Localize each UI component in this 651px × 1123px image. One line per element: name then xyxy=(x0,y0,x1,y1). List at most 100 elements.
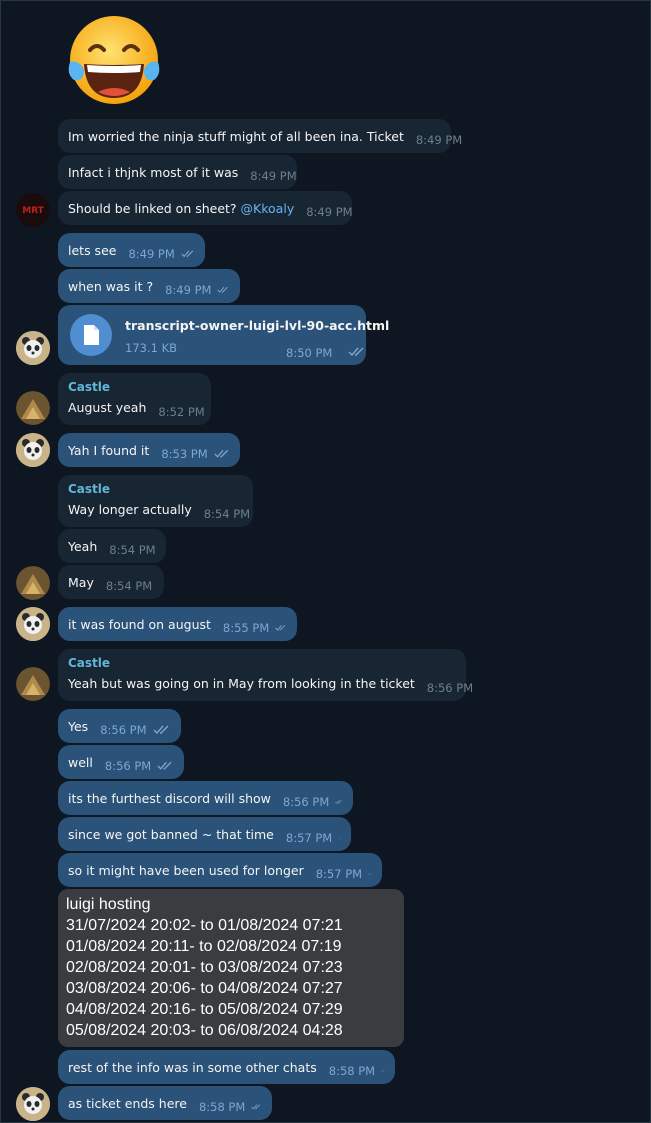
avatar[interactable] xyxy=(16,607,50,641)
file-name[interactable]: transcript-owner-luigi-lvl-90-acc.html xyxy=(125,318,389,333)
message-text: well xyxy=(68,754,93,770)
message-bubble[interactable]: Yah I found it 8:53 PM xyxy=(58,433,240,467)
message-text: Yeah but was going on in May from lookin… xyxy=(68,676,415,691)
message-text: lets see xyxy=(68,242,117,258)
message-bubble[interactable]: Castle Way longer actually 8:54 PM xyxy=(58,475,253,527)
message-text: Yeah xyxy=(68,538,98,554)
message-time: 8:49 PM xyxy=(128,247,175,261)
message-time: 8:54 PM xyxy=(105,579,153,593)
message-bubble[interactable]: rest of the info was in some other chats… xyxy=(58,1050,395,1084)
read-checkmarks-icon xyxy=(153,725,169,735)
message-time: 8:57 PM xyxy=(315,867,363,881)
message-time: 8:53 PM xyxy=(161,447,208,461)
sender-name[interactable]: Castle xyxy=(68,656,110,670)
message-text: when was it ? xyxy=(68,278,154,294)
read-checkmarks-icon xyxy=(368,873,372,875)
castle-avatar-icon xyxy=(16,391,50,425)
read-checkmarks-icon xyxy=(381,1070,385,1072)
avatar[interactable] xyxy=(16,331,50,365)
message-text: as ticket ends here xyxy=(68,1095,187,1111)
avatar[interactable] xyxy=(16,433,50,467)
read-checkmarks-icon xyxy=(217,286,229,293)
message-bubble[interactable]: May 8:54 PM xyxy=(58,565,164,599)
message-bubble[interactable]: Yes 8:56 PM xyxy=(58,709,181,743)
message-time: 8:49 PM xyxy=(415,133,463,147)
message-text: Yes xyxy=(68,718,89,734)
message-bubble[interactable]: Im worried the ninja stuff might of all … xyxy=(58,119,462,153)
message-text: May xyxy=(68,574,94,590)
message-time: 8:49 PM xyxy=(306,205,353,219)
message-bubble[interactable]: Yeah 8:54 PM xyxy=(58,529,166,563)
avatar[interactable] xyxy=(16,667,50,701)
hosting-title: luigi hosting xyxy=(66,896,151,913)
message-bubble[interactable]: lets see 8:49 PM xyxy=(58,233,205,267)
castle-avatar-icon xyxy=(16,566,50,600)
sender-name[interactable]: Castle xyxy=(68,380,110,394)
message-bubble[interactable]: when was it ? 8:49 PM xyxy=(58,269,240,303)
message-time: 8:49 PM xyxy=(250,169,297,183)
message-bubble[interactable]: Should be linked on sheet? @Kkoaly 8:49 … xyxy=(58,191,353,225)
panda-avatar-icon xyxy=(16,607,50,641)
message-time: 8:58 PM xyxy=(198,1100,246,1114)
hosting-log-image[interactable]: luigi hosting 31/07/2024 20:02- to 01/08… xyxy=(58,889,404,1047)
message-time: 8:57 PM xyxy=(285,831,333,845)
message-text: since we got banned ~ that time xyxy=(68,826,274,842)
message-bubble[interactable]: Castle Yeah but was going on in May from… xyxy=(58,649,473,701)
read-checkmarks-icon xyxy=(275,625,286,631)
avatar[interactable]: MRT xyxy=(16,193,50,227)
message-time: 8:56 PM xyxy=(426,680,474,695)
message-time: 8:54 PM xyxy=(109,543,156,557)
message-bubble[interactable]: it was found on august 8:55 PM xyxy=(58,607,297,641)
message-time: 8:50 PM xyxy=(286,346,333,360)
message-time: 8:52 PM xyxy=(158,404,205,419)
message-time: 8:54 PM xyxy=(203,506,251,521)
message-text: Infact i thjnk most of it was xyxy=(68,164,239,180)
message-bubble[interactable]: since we got banned ~ that time 8:57 PM xyxy=(58,817,351,851)
message-text: Should be linked on sheet? xyxy=(68,200,237,216)
mention-link[interactable]: @Kkoaly xyxy=(241,201,295,216)
message-text: Im worried the ninja stuff might of all … xyxy=(68,128,404,144)
sender-name[interactable]: Castle xyxy=(68,482,110,496)
read-checkmarks-icon xyxy=(214,449,228,458)
message-text: it was found on august xyxy=(68,616,211,632)
panda-avatar-icon xyxy=(16,1087,50,1121)
message-time: 8:56 PM xyxy=(104,759,152,773)
message-bubble[interactable]: so it might have been used for longer 8:… xyxy=(58,853,382,887)
message-bubble[interactable]: well 8:56 PM xyxy=(58,745,184,779)
message-text: so it might have been used for longer xyxy=(68,862,304,878)
svg-text:MRT: MRT xyxy=(22,206,44,216)
message-bubble[interactable]: Castle August yeah 8:52 PM xyxy=(58,373,211,425)
message-bubble[interactable]: as ticket ends here 8:58 PM xyxy=(58,1086,272,1120)
logo-avatar-icon: MRT xyxy=(16,193,50,227)
message-text: its the furthest discord will show xyxy=(68,790,271,806)
hosting-line: 02/08/2024 20:01- to 03/08/2024 07:23 xyxy=(66,959,343,976)
file-size: 173.1 KB xyxy=(125,341,178,355)
hosting-line: 04/08/2024 20:16- to 05/08/2024 07:29 xyxy=(66,1001,343,1018)
panda-avatar-icon xyxy=(16,331,50,365)
file-icon[interactable] xyxy=(70,314,112,356)
message-bubble[interactable]: its the furthest discord will show 8:56 … xyxy=(58,781,353,815)
message-time: 8:56 PM xyxy=(100,723,147,737)
avatar[interactable] xyxy=(16,566,50,600)
hosting-line: 31/07/2024 20:02- to 01/08/2024 07:21 xyxy=(66,917,343,934)
message-bubble[interactable]: Infact i thjnk most of it was 8:49 PM xyxy=(58,155,297,189)
message-time: 8:56 PM xyxy=(282,795,330,809)
message-time: 8:49 PM xyxy=(165,283,212,297)
avatar[interactable] xyxy=(16,1087,50,1121)
read-checkmarks-icon xyxy=(157,761,172,770)
message-text: Yah I found it xyxy=(68,442,150,458)
read-checkmarks-icon xyxy=(335,800,342,804)
laughing-tears-emoji xyxy=(68,16,160,104)
read-checkmarks-icon xyxy=(181,250,194,258)
castle-avatar-icon xyxy=(16,667,50,701)
message-text: Way longer actually xyxy=(68,502,192,517)
file-attachment[interactable]: transcript-owner-luigi-lvl-90-acc.html 1… xyxy=(58,305,389,365)
avatar[interactable] xyxy=(16,391,50,425)
read-checkmarks-icon xyxy=(348,347,364,357)
message-text: rest of the info was in some other chats xyxy=(68,1059,317,1075)
message-time: 8:58 PM xyxy=(328,1064,376,1078)
read-checkmarks-icon xyxy=(338,837,341,839)
panda-avatar-icon xyxy=(16,433,50,467)
message-text: August yeah xyxy=(68,400,147,415)
hosting-line: 03/08/2024 20:06- to 04/08/2024 07:27 xyxy=(66,980,343,997)
